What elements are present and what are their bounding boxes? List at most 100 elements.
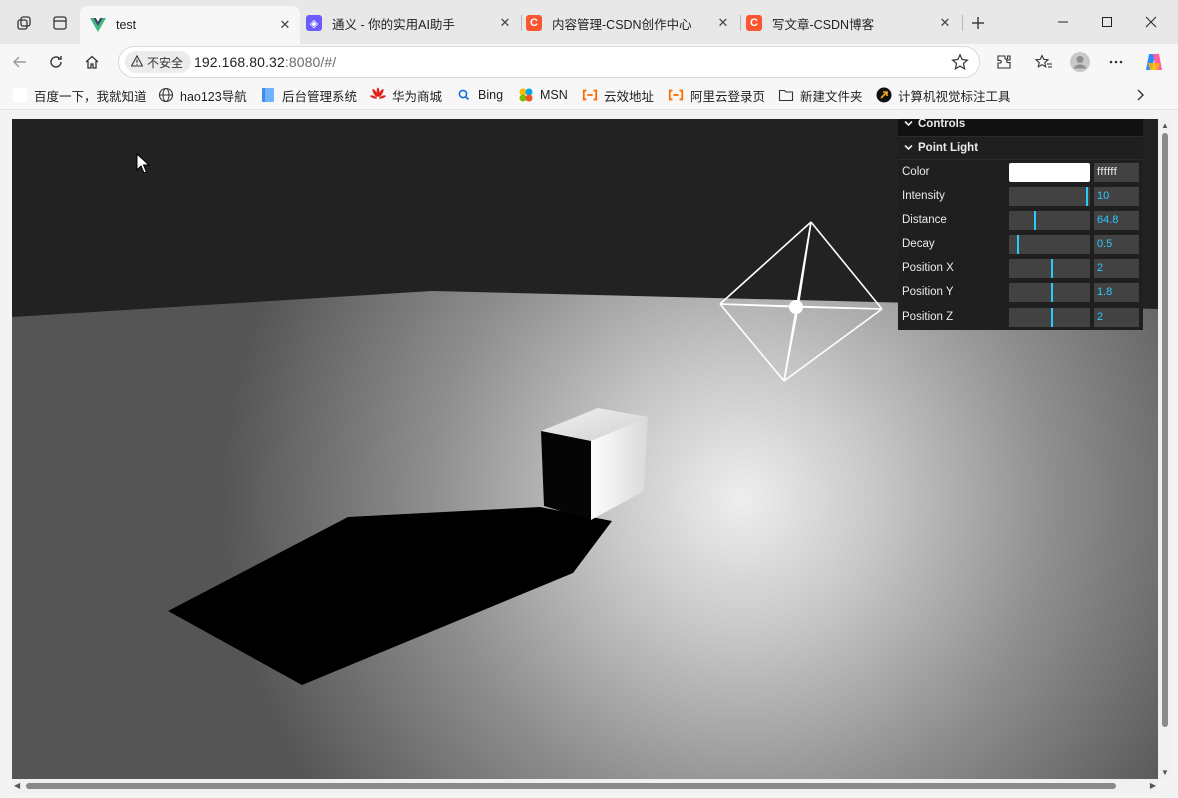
bookmark-yunxiao[interactable]: 云效地址 <box>582 86 654 104</box>
controls-title: Controls <box>918 119 966 130</box>
url-text[interactable]: 192.168.80.32:8080/#/ <box>194 54 336 70</box>
scroll-right-icon[interactable]: ▶ <box>1150 781 1156 790</box>
control-label: Intensity <box>902 190 945 202</box>
bookmark-admin[interactable]: 后台管理系统 <box>260 86 357 104</box>
bookmark-msn[interactable]: MSN <box>518 86 568 104</box>
horizontal-scroll-thumb[interactable] <box>26 783 1116 789</box>
copilot-icon[interactable] <box>1140 48 1168 76</box>
vertical-scrollbar[interactable]: ▲ ▼ <box>1158 119 1172 779</box>
close-window-icon[interactable] <box>1128 10 1174 34</box>
position-x-slider[interactable] <box>1009 258 1090 278</box>
blank-page-icon <box>12 87 28 103</box>
minimize-icon[interactable] <box>1040 10 1086 34</box>
favorites-icon[interactable] <box>1030 48 1058 76</box>
tongyi-icon: ◈ <box>306 15 322 31</box>
bookmark-label: 计算机视觉标注工具 <box>898 89 1011 104</box>
position-z-input[interactable]: 2 <box>1094 307 1139 327</box>
scroll-down-icon[interactable]: ▼ <box>1161 768 1169 777</box>
aliyun-icon <box>668 87 684 103</box>
vue-icon <box>90 17 106 33</box>
decay-input[interactable]: 0.5 <box>1094 234 1139 254</box>
position-x-control: Position X 2 <box>898 256 1143 280</box>
browser-titlebar: test ✕ ◈ 通义 - 你的实用AI助手 ✕ C 内容管理-CSDN创作中心… <box>0 0 1178 44</box>
tab-divider <box>962 15 963 31</box>
security-label: 不安全 <box>147 55 184 70</box>
close-tab-icon[interactable]: ✕ <box>714 15 732 31</box>
scroll-left-icon[interactable]: ◀ <box>14 781 20 790</box>
position-y-slider[interactable] <box>1009 282 1090 302</box>
warning-icon <box>130 54 144 70</box>
back-icon[interactable] <box>6 48 34 76</box>
control-label: Distance <box>902 214 947 226</box>
decay-slider[interactable] <box>1009 234 1090 254</box>
bookmark-huawei[interactable]: 华为商城 <box>370 86 442 104</box>
decay-control: Decay 0.5 <box>898 232 1143 256</box>
color-control: Color ffffff <box>898 160 1143 184</box>
position-z-slider[interactable] <box>1009 307 1090 327</box>
control-label: Color <box>902 166 930 178</box>
vertical-tabs-icon[interactable] <box>46 10 74 36</box>
new-tab-icon[interactable] <box>964 10 992 36</box>
bookmark-label: hao123导航 <box>180 89 247 104</box>
arrow-circle-icon <box>876 87 892 103</box>
security-chip[interactable]: 不安全 <box>125 51 192 73</box>
tab-csdn-write[interactable]: C 写文章-CSDN博客 ✕ <box>746 6 960 40</box>
distance-slider[interactable] <box>1009 210 1090 230</box>
slider-handle <box>1086 186 1088 206</box>
threejs-canvas[interactable]: Controls Point Light Color ffffff Intens… <box>12 119 1158 779</box>
close-tab-icon[interactable]: ✕ <box>936 15 954 31</box>
slider-handle <box>1051 258 1053 278</box>
mouse-cursor-icon <box>136 153 150 174</box>
bookmark-label: 华为商城 <box>392 89 443 104</box>
color-hex-input[interactable]: ffffff <box>1094 162 1139 182</box>
close-tab-icon[interactable]: ✕ <box>496 15 514 31</box>
address-bar[interactable]: 不安全 192.168.80.32:8080/#/ <box>118 46 980 78</box>
color-swatch[interactable] <box>1009 162 1090 182</box>
bookmark-label: MSN <box>540 88 568 102</box>
bookmark-hao123[interactable]: hao123导航 <box>158 86 247 104</box>
folder-point-light[interactable]: Point Light <box>898 136 1143 160</box>
home-icon[interactable] <box>78 48 106 76</box>
maximize-icon[interactable] <box>1084 10 1130 34</box>
csdn-icon: C <box>526 15 542 31</box>
huawei-icon <box>370 87 386 103</box>
chevron-down-icon <box>904 119 913 130</box>
bookmark-folder[interactable]: 新建文件夹 <box>778 86 863 104</box>
bookmarks-overflow-icon[interactable] <box>1134 86 1146 104</box>
tab-title: 通义 - 你的实用AI助手 <box>332 17 455 32</box>
horizontal-scrollbar[interactable]: ◀ ▶ <box>12 779 1158 793</box>
scroll-up-icon[interactable]: ▲ <box>1161 121 1169 130</box>
distance-input[interactable]: 64.8 <box>1094 210 1139 230</box>
workspaces-icon[interactable] <box>10 10 38 36</box>
intensity-control: Intensity 10 <box>898 184 1143 208</box>
tab-title: 内容管理-CSDN创作中心 <box>552 17 692 32</box>
bookmark-baidu[interactable]: 百度一下，我就知道 <box>12 86 147 104</box>
close-tab-icon[interactable]: ✕ <box>276 17 294 33</box>
control-rows: Intensity 10 Distance 64.8 Decay 0.5 Pos… <box>898 184 1143 330</box>
tab-tongyi[interactable]: ◈ 通义 - 你的实用AI助手 ✕ <box>306 6 520 40</box>
bookmark-aliyun-login[interactable]: 阿里云登录页 <box>668 86 765 104</box>
position-x-input[interactable]: 2 <box>1094 258 1139 278</box>
tab-csdn-content[interactable]: C 内容管理-CSDN创作中心 ✕ <box>526 6 738 40</box>
profile-avatar-icon[interactable] <box>1066 48 1094 76</box>
favorite-star-icon[interactable] <box>951 53 969 76</box>
bing-search-icon <box>456 87 472 103</box>
bookmark-label: 百度一下，我就知道 <box>34 89 147 104</box>
refresh-icon[interactable] <box>42 48 70 76</box>
more-menu-icon[interactable] <box>1102 48 1130 76</box>
position-y-control: Position Y 1.8 <box>898 280 1143 304</box>
folder-icon <box>778 87 794 103</box>
position-y-input[interactable]: 1.8 <box>1094 282 1139 302</box>
bookmark-bing[interactable]: Bing <box>456 86 503 104</box>
tab-test[interactable]: test ✕ <box>80 6 300 44</box>
control-label: Decay <box>902 238 935 250</box>
bookmark-cv-tool[interactable]: 计算机视觉标注工具 <box>876 86 1011 104</box>
distance-control: Distance 64.8 <box>898 208 1143 232</box>
intensity-input[interactable]: 10 <box>1094 186 1139 206</box>
url-host: 192.168.80.32 <box>194 54 285 70</box>
vertical-scroll-thumb[interactable] <box>1162 133 1168 727</box>
controls-title-bar[interactable]: Controls <box>898 119 1143 136</box>
intensity-slider[interactable] <box>1009 186 1090 206</box>
extensions-icon[interactable] <box>990 48 1018 76</box>
control-label: Position Z <box>902 311 954 323</box>
